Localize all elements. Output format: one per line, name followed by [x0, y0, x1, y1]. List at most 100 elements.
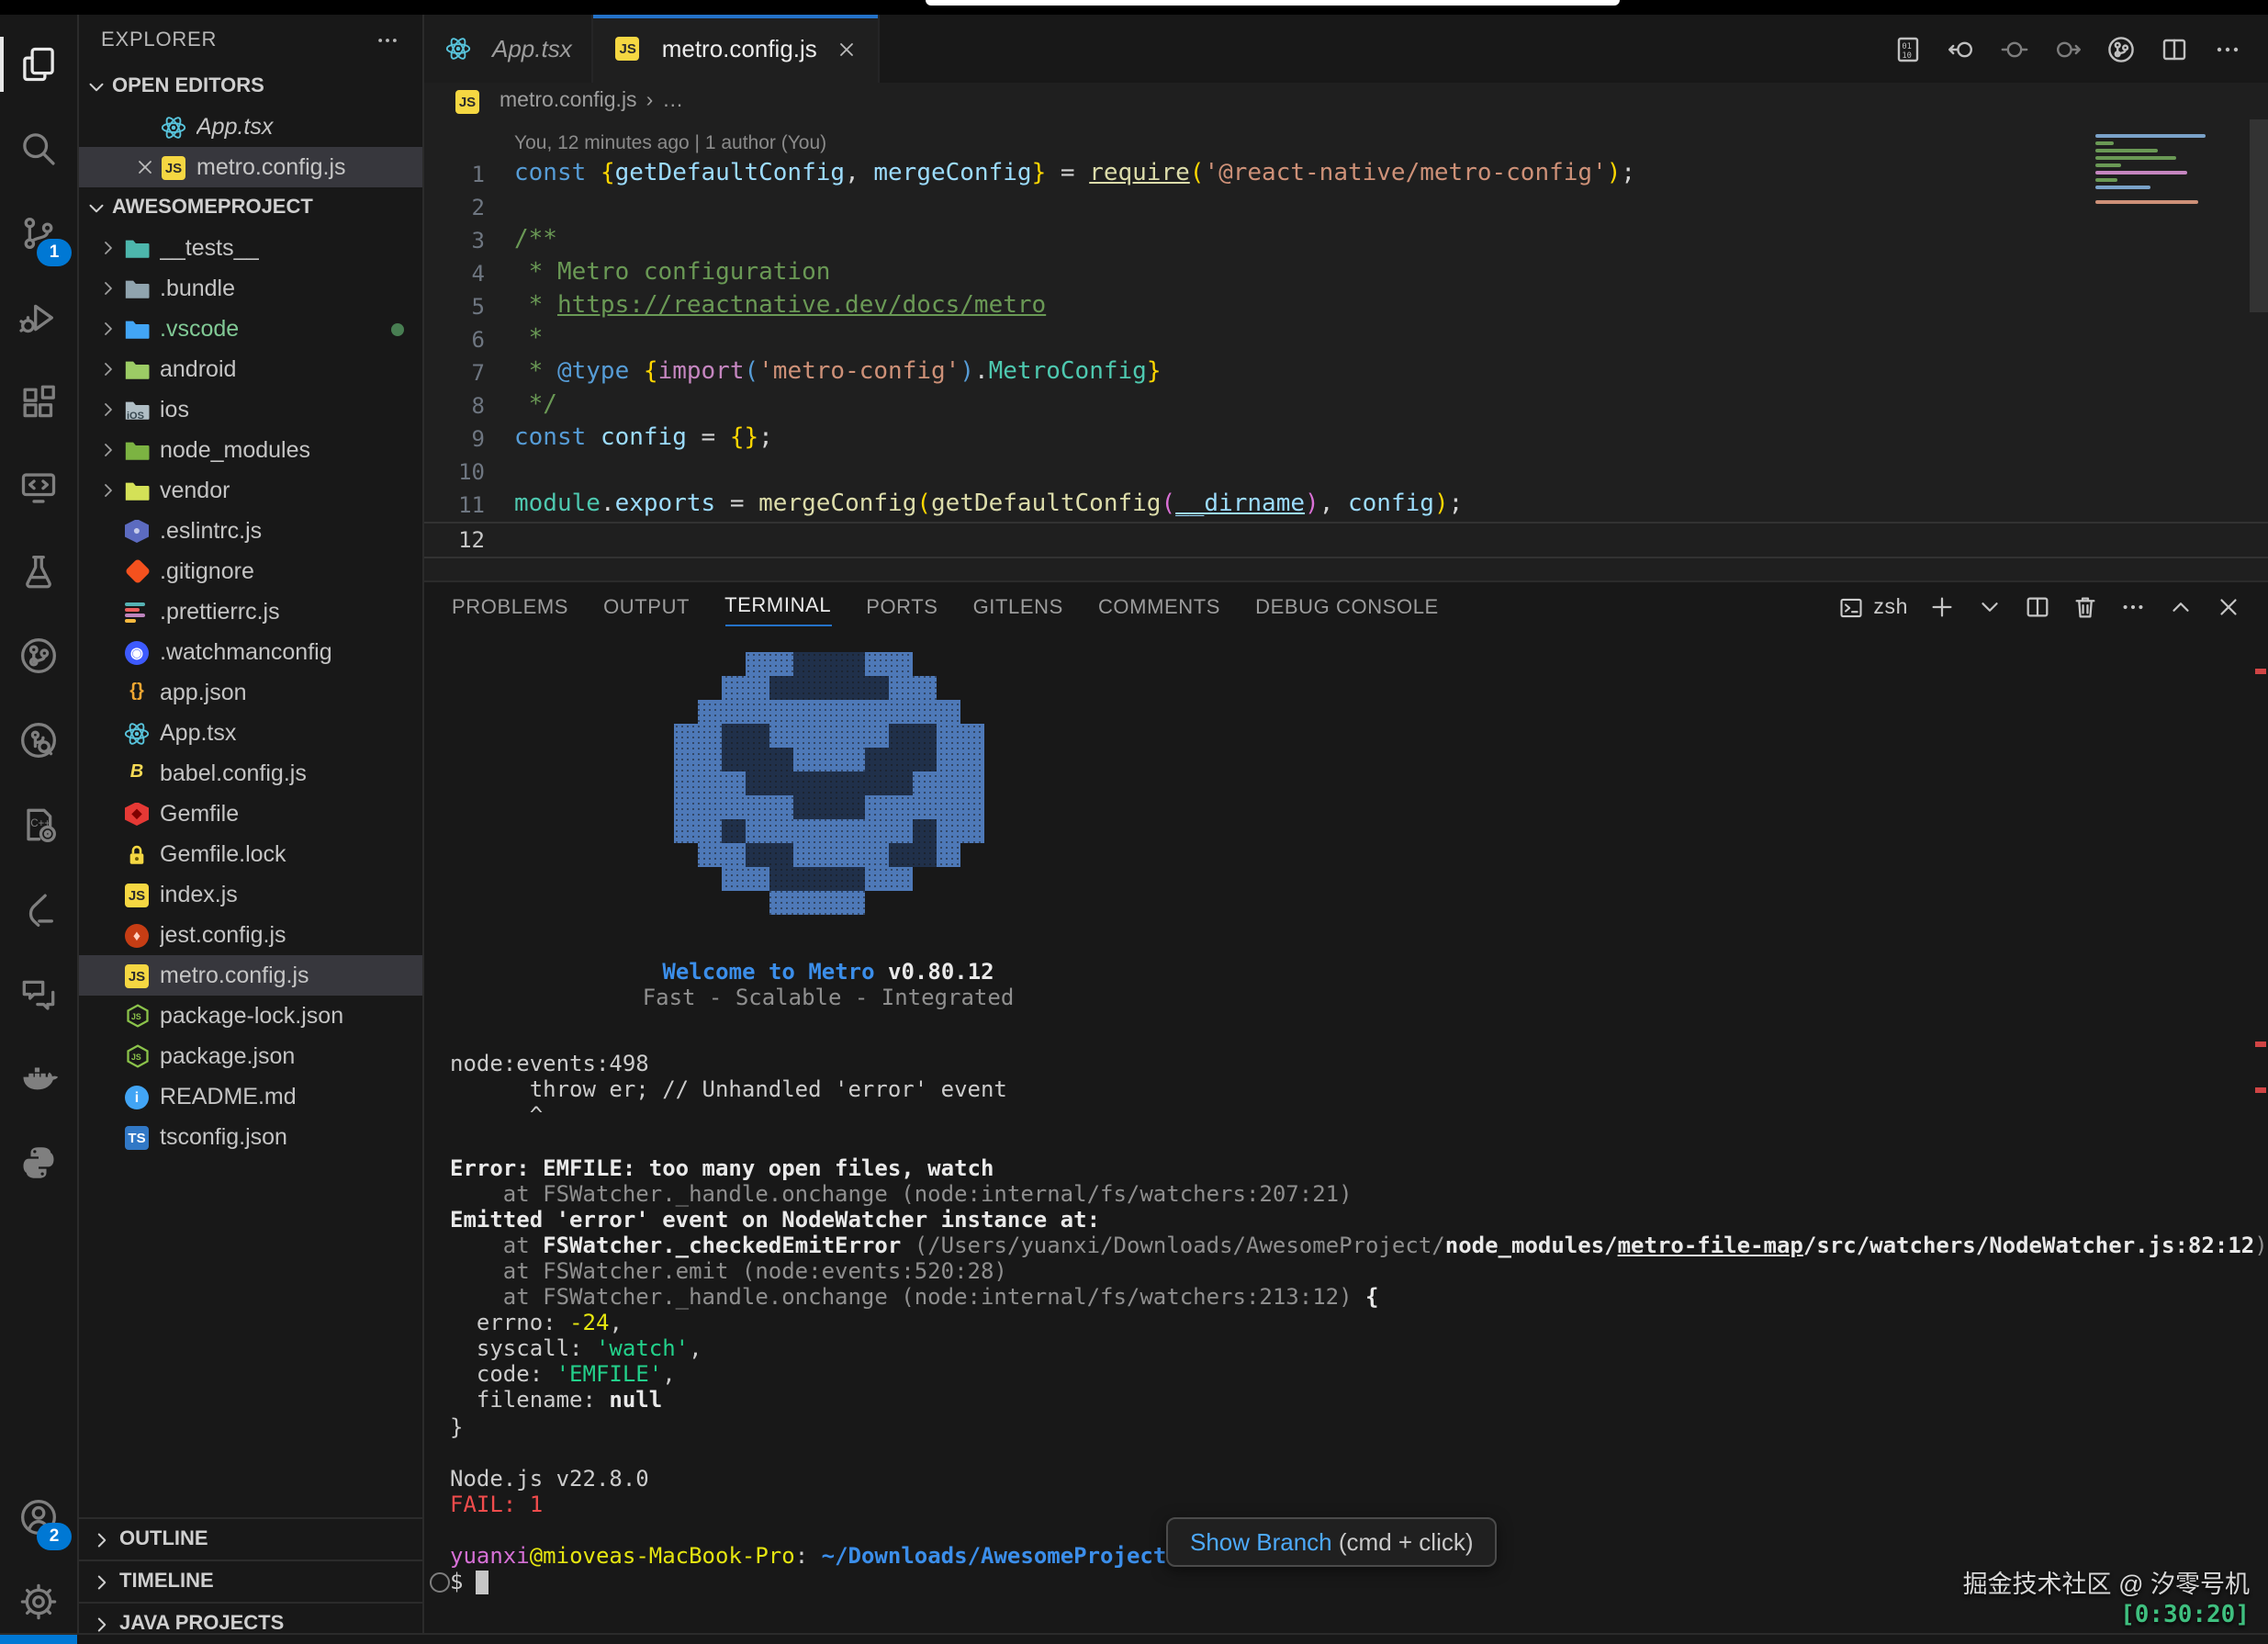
activity-item-comments[interactable]	[0, 951, 77, 1036]
chevron-down-icon[interactable]	[1976, 593, 2004, 621]
chevron-up-icon[interactable]	[2167, 593, 2195, 621]
close-tab-button[interactable]	[836, 38, 858, 60]
chevron-right-icon	[97, 277, 119, 299]
tree-item-vscode[interactable]: .vscode	[79, 309, 422, 349]
next-change-icon[interactable]	[2053, 34, 2083, 63]
tree-item-ios[interactable]: iOSios	[79, 389, 422, 430]
open-editors-header[interactable]: OPEN EDITORS	[79, 66, 422, 107]
status-0[interactable]: 0	[381, 1635, 445, 1644]
tab-app-tsx[interactable]: App.tsx	[424, 15, 594, 83]
gitlens-graph-icon[interactable]	[2106, 34, 2136, 63]
binary-file-icon[interactable]: 0110	[1893, 34, 1923, 63]
tree-item-index-js[interactable]: JSindex.js	[79, 874, 422, 915]
ellipsis-icon[interactable]	[2213, 34, 2242, 63]
open-editor-app-tsx[interactable]: App.tsx	[79, 107, 422, 147]
split-editor-icon[interactable]	[2160, 34, 2189, 63]
tree-item-tsconfig-json[interactable]: TStsconfig.json	[79, 1117, 422, 1157]
tree-item-label: node_modules	[160, 437, 310, 463]
open-editor-metro-config-js[interactable]: JSmetro.config.js	[79, 147, 422, 187]
file-type-badge-icon: JS	[160, 153, 187, 181]
close-icon[interactable]	[134, 156, 156, 178]
tree-item-metro-config-js[interactable]: JSmetro.config.js	[79, 955, 422, 996]
remote-indicator[interactable]	[0, 1635, 77, 1644]
tree-item-app-json[interactable]: {}app.json	[79, 672, 422, 713]
tree-item-node-modules[interactable]: node_modules	[79, 430, 422, 470]
breadcrumb[interactable]: JS metro.config.js › …	[424, 83, 2268, 119]
tree-item-package-lock-json[interactable]: JSpackage-lock.json	[79, 996, 422, 1036]
close-icon[interactable]	[2215, 593, 2242, 621]
tree-item-label: app.json	[160, 680, 247, 705]
panel-tab-problems[interactable]: PROBLEMS	[452, 589, 568, 625]
sidebar-more-actions-icon[interactable]	[375, 28, 400, 53]
tree-item-app-tsx[interactable]: App.tsx	[79, 713, 422, 753]
status-cloud-icon[interactable]	[182, 1635, 228, 1644]
activity-item-docker[interactable]	[0, 1036, 77, 1120]
terminal[interactable]: Welcome to Metro v0.80.12Fast - Scalable…	[424, 632, 2268, 1644]
tree-item-prettierrc-js[interactable]: .prettierrc.js	[79, 591, 422, 632]
activity-bar: 1 C++ 2	[0, 15, 79, 1644]
tree-item-vendor[interactable]: vendor	[79, 470, 422, 511]
close-editor-button[interactable]	[130, 156, 160, 178]
activity-item-leetcode[interactable]	[0, 867, 77, 951]
panel-tab-gitlens[interactable]: GITLENS	[973, 589, 1063, 625]
ellipsis-icon[interactable]	[2119, 593, 2147, 621]
activity-item-accounts[interactable]: 2	[0, 1475, 77, 1560]
tree-item-gitignore[interactable]: .gitignore	[79, 551, 422, 591]
show-branch-link[interactable]: Show Branch	[1190, 1528, 1332, 1556]
activity-item-settings[interactable]	[0, 1560, 77, 1644]
activity-item-cpp-tools[interactable]: C++	[0, 783, 77, 867]
react-icon	[123, 719, 151, 747]
trash-icon[interactable]	[2072, 593, 2099, 621]
terminal-link[interactable]: metro-file-map	[1618, 1233, 1803, 1258]
activity-item-gitlens[interactable]	[0, 614, 77, 698]
activity-item-testing[interactable]	[0, 529, 77, 614]
minimap[interactable]	[2095, 134, 2239, 208]
tree-item-eslintrc-js[interactable]: ●.eslintrc.js	[79, 511, 422, 551]
change-icon[interactable]	[2000, 34, 2029, 63]
code-editor[interactable]: You, 12 minutes ago | 1 author (You) 1co…	[424, 119, 2268, 580]
sidebar-section-timeline[interactable]: TIMELINE	[79, 1560, 422, 1602]
activity-item-python[interactable]	[0, 1120, 77, 1205]
activity-item-explorer[interactable]	[0, 22, 77, 107]
panel-tab-debug-console[interactable]: DEBUG CONSOLE	[1255, 589, 1439, 625]
lock-icon	[123, 840, 151, 868]
activity-item-search[interactable]	[0, 107, 77, 191]
status-main[interactable]: main*	[77, 1635, 182, 1644]
status-shield-icon[interactable]	[740, 1635, 786, 1644]
tab-metro-config-js[interactable]: JSmetro.config.js	[594, 15, 880, 83]
terminal-shell-selector[interactable]: zsh	[1838, 594, 1908, 620]
status-0[interactable]: 0	[511, 1635, 575, 1644]
tree-item-package-json[interactable]: JSpackage.json	[79, 1036, 422, 1076]
tree-item-readme-md[interactable]: iREADME.md	[79, 1076, 422, 1117]
tree-item-bundle[interactable]: .bundle	[79, 268, 422, 309]
activity-item-extensions[interactable]	[0, 360, 77, 445]
plus-icon[interactable]	[1928, 593, 1956, 621]
editor-scrollbar[interactable]	[2250, 119, 2268, 312]
status-0[interactable]: 0	[445, 1635, 510, 1644]
command-decoration-icon[interactable]	[430, 1572, 450, 1593]
status-java-ready[interactable]: Java: Ready	[575, 1635, 740, 1644]
activity-item-source-control[interactable]: 1	[0, 191, 77, 276]
previous-change-icon[interactable]	[1947, 34, 1976, 63]
activity-item-run-and-debug[interactable]	[0, 276, 77, 360]
tree-item-android[interactable]: android	[79, 349, 422, 389]
file-type-circle-icon: i	[123, 1083, 151, 1110]
split-panel-icon[interactable]	[2024, 593, 2051, 621]
panel-tab-comments[interactable]: COMMENTS	[1098, 589, 1220, 625]
panel-tab-terminal[interactable]: TERMINAL	[724, 588, 831, 626]
tree-item-tests[interactable]: __tests__	[79, 228, 422, 268]
tree-item-watchmanconfig[interactable]: ◉.watchmanconfig	[79, 632, 422, 672]
codelens-annotation[interactable]: You, 12 minutes ago | 1 author (You)	[424, 127, 2268, 158]
terminal-line: at FSWatcher._handle.onchange (node:inte…	[450, 1180, 2268, 1206]
activity-item-remote-explorer[interactable]	[0, 445, 77, 529]
tree-item-babel-config-js[interactable]: Bbabel.config.js	[79, 753, 422, 794]
status-launchpad[interactable]: Launchpad	[228, 1635, 381, 1644]
project-section-header[interactable]: AWESOMEPROJECT	[79, 187, 422, 228]
activity-item-gitlens-inspect[interactable]	[0, 698, 77, 783]
sidebar-section-outline[interactable]: OUTLINE	[79, 1517, 422, 1560]
panel-tab-ports[interactable]: PORTS	[866, 589, 938, 625]
panel-tab-output[interactable]: OUTPUT	[603, 589, 690, 625]
tree-item-jest-config-js[interactable]: ♦jest.config.js	[79, 915, 422, 955]
tree-item-gemfile[interactable]: ◆Gemfile	[79, 794, 422, 834]
tree-item-gemfile-lock[interactable]: Gemfile.lock	[79, 834, 422, 874]
